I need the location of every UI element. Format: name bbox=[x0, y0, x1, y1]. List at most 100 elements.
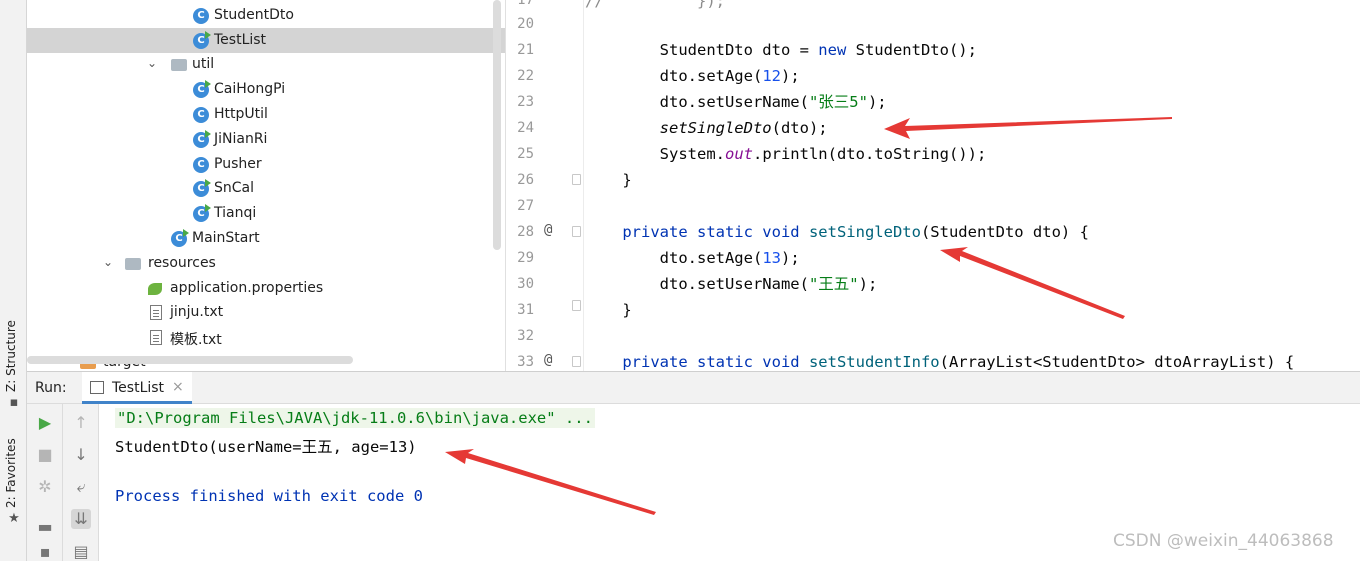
line-number: 28 bbox=[517, 224, 534, 240]
favorites-tool-label[interactable]: 2: Favorites bbox=[4, 438, 18, 508]
chevron-down-icon[interactable]: ⌄ bbox=[147, 56, 157, 70]
fold-toggle-icon[interactable] bbox=[572, 174, 581, 185]
debug-icon[interactable]: ✲ bbox=[35, 477, 55, 497]
fold-toggle-icon[interactable] bbox=[572, 300, 581, 311]
soft-wrap-icon[interactable]: ⤶ bbox=[71, 477, 91, 497]
tree-item-application-properties[interactable]: application.properties bbox=[27, 276, 505, 301]
star-icon[interactable]: ★ bbox=[7, 512, 21, 526]
tree-item-testlist[interactable]: C TestList bbox=[27, 28, 505, 53]
code-line-30: dto.setUserName("王五"); bbox=[585, 275, 878, 293]
line-number: 21 bbox=[517, 42, 534, 58]
tab-testlist[interactable]: TestList × bbox=[82, 372, 192, 404]
runnable-class-icon: C bbox=[171, 229, 189, 247]
tree-item-resources[interactable]: ⌄ resources bbox=[27, 251, 505, 276]
code-line-26: } bbox=[585, 171, 632, 189]
arrow-up-icon[interactable]: ↑ bbox=[71, 413, 91, 433]
stop-icon[interactable]: ■ bbox=[35, 445, 55, 465]
run-toolbar-secondary: ↑ ↓ ⤶ ⇊ ▤ bbox=[63, 404, 99, 561]
override-marker-icon[interactable]: @ bbox=[544, 222, 552, 238]
code-editor[interactable]: // }); StudentDto dto = new StudentDto()… bbox=[585, 0, 1360, 371]
project-tree: C StudentDto C TestList ⌄ util C CaiHong… bbox=[27, 0, 505, 371]
tree-item-studentdto[interactable]: C StudentDto bbox=[27, 3, 505, 28]
tree-item-mainstart[interactable]: C MainStart bbox=[27, 226, 505, 251]
console-output-line: StudentDto(userName=王五, age=13) bbox=[115, 438, 417, 456]
tree-item-pusher[interactable]: C Pusher bbox=[27, 152, 505, 177]
tree-item-util[interactable]: ⌄ util bbox=[27, 52, 505, 77]
line-number: 30 bbox=[517, 276, 534, 292]
chevron-down-icon[interactable]: ⌄ bbox=[103, 255, 113, 269]
left-tool-strip: Z: Structure ▪ 2: Favorites ★ bbox=[0, 0, 27, 561]
line-number: 25 bbox=[517, 146, 534, 162]
structure-icon[interactable]: ▪ bbox=[7, 396, 21, 410]
runnable-class-icon: C bbox=[193, 80, 211, 98]
tree-item-tianqi[interactable]: C Tianqi bbox=[27, 201, 505, 226]
tree-item-label: StudentDto bbox=[214, 7, 294, 23]
tree-item-label: jinju.txt bbox=[170, 304, 224, 320]
line-number: 32 bbox=[517, 328, 534, 344]
code-line-22: dto.setAge(12); bbox=[585, 67, 800, 85]
console-process-line: Process finished with exit code 0 bbox=[115, 487, 423, 505]
class-icon: C bbox=[193, 8, 209, 24]
run-panel-header: Run: TestList × bbox=[27, 371, 1360, 404]
gutter-separator bbox=[583, 0, 584, 371]
line-number: 29 bbox=[517, 250, 534, 266]
tree-item-label: 模板.txt bbox=[170, 332, 222, 348]
tree-horizontal-scrollbar[interactable] bbox=[27, 356, 353, 364]
tree-item-httputil[interactable]: C HttpUtil bbox=[27, 102, 505, 127]
code-line-17: // }); bbox=[585, 0, 725, 10]
tree-item-label: application.properties bbox=[170, 280, 324, 296]
run-toolbar-primary: ▶ ■ ✲ ▬ ▪ bbox=[27, 404, 63, 561]
run-panel-title: Run: bbox=[35, 380, 67, 396]
tree-vertical-scrollbar[interactable] bbox=[493, 0, 501, 250]
code-line-33: private static void setStudentInfo(Array… bbox=[622, 353, 1295, 371]
tree-item-label: util bbox=[192, 56, 215, 72]
console-command-line[interactable]: "D:\Program Files\JAVA\jdk-11.0.6\bin\ja… bbox=[115, 408, 595, 428]
line-number: 31 bbox=[517, 302, 534, 318]
line-number: 20 bbox=[517, 16, 534, 32]
print-icon[interactable]: ▤ bbox=[71, 542, 91, 562]
text-file-icon bbox=[150, 305, 162, 320]
tree-item-jinianri[interactable]: C JiNianRi bbox=[27, 127, 505, 152]
runnable-class-icon: C bbox=[193, 31, 211, 49]
rerun-icon[interactable]: ▶ bbox=[35, 413, 55, 433]
fold-toggle-icon[interactable] bbox=[572, 226, 581, 237]
tree-item-jinju-txt[interactable]: jinju.txt bbox=[27, 300, 505, 325]
runnable-class-icon: C bbox=[193, 204, 211, 222]
code-line-23: dto.setUserName("张三5"); bbox=[585, 93, 887, 111]
tree-item-caihongpi[interactable]: C CaiHongPi bbox=[27, 77, 505, 102]
tree-item-label: resources bbox=[148, 255, 216, 271]
resources-folder-icon bbox=[125, 258, 141, 270]
package-icon bbox=[171, 59, 187, 71]
tab-label: TestList bbox=[112, 380, 165, 396]
line-number: 27 bbox=[517, 198, 534, 214]
pin-icon[interactable]: ▪ bbox=[35, 542, 55, 562]
class-icon: C bbox=[193, 157, 209, 173]
runnable-class-icon: C bbox=[193, 130, 211, 148]
code-line-28: private static void setSingleDto(Student… bbox=[622, 223, 1089, 241]
tree-item-label: TestList bbox=[214, 32, 267, 48]
line-number: 22 bbox=[517, 68, 534, 84]
fold-toggle-icon[interactable] bbox=[572, 356, 581, 367]
close-icon[interactable]: × bbox=[172, 379, 184, 395]
arrow-down-icon[interactable]: ↓ bbox=[71, 445, 91, 465]
code-line-24: setSingleDto(dto); bbox=[659, 119, 828, 137]
tree-item-label: SnCal bbox=[214, 180, 255, 196]
code-line-31: } bbox=[585, 301, 632, 319]
spring-properties-icon bbox=[148, 283, 162, 295]
tree-item-sncal[interactable]: C SnCal bbox=[27, 176, 505, 201]
text-file-icon bbox=[150, 330, 162, 345]
tree-item-label: MainStart bbox=[192, 230, 260, 246]
layout-icon[interactable]: ▬ bbox=[35, 517, 55, 537]
line-number: 24 bbox=[517, 120, 534, 136]
code-line-21: StudentDto dto = new StudentDto(); bbox=[585, 41, 977, 59]
override-marker-icon[interactable]: @ bbox=[544, 352, 552, 368]
class-icon: C bbox=[193, 107, 209, 123]
watermark: CSDN @weixin_44063868 bbox=[1113, 531, 1334, 551]
structure-tool-label[interactable]: Z: Structure bbox=[4, 320, 18, 392]
line-number: 33 bbox=[517, 354, 534, 370]
tree-item-template-txt[interactable]: 模板.txt bbox=[27, 325, 505, 350]
scroll-to-end-icon[interactable]: ⇊ bbox=[71, 509, 91, 529]
tree-item-label: CaiHongPi bbox=[214, 81, 286, 97]
line-number: 17 bbox=[517, 0, 534, 8]
console-icon bbox=[90, 381, 104, 394]
